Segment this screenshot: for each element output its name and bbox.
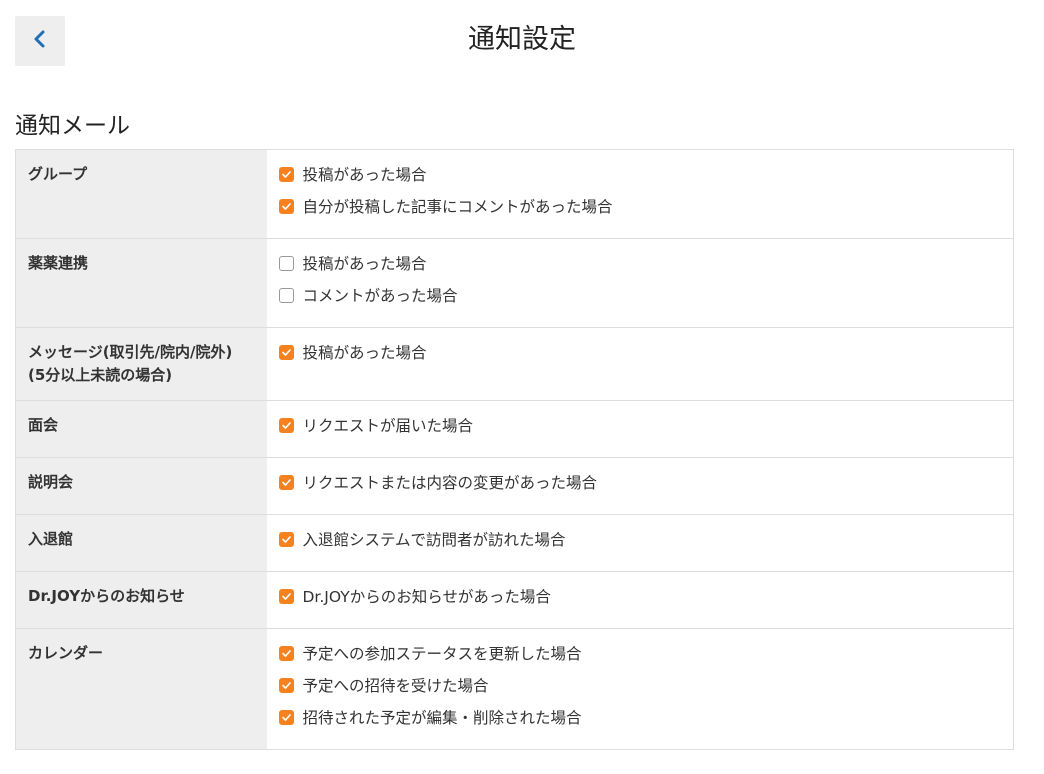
table-row: Dr.JOYからのお知らせ Dr.JOYからのお知らせがあった場合	[15, 571, 1014, 629]
check-icon	[281, 478, 291, 486]
option-label: 予定への参加ステータスを更新した場合	[302, 645, 582, 663]
option-label: 投稿があった場合	[302, 255, 427, 273]
section-title: 通知メール	[15, 113, 130, 139]
check-icon	[281, 170, 291, 178]
table-row: グループ 投稿があった場合 自分が投稿した記事にコメントがあった場合	[15, 149, 1014, 239]
table-row: 説明会 リクエストまたは内容の変更があった場合	[15, 457, 1014, 515]
table-row: カレンダー 予定への参加ステータスを更新した場合 予定への招待を受けた場合 招待された…	[15, 628, 1014, 750]
checkbox-checked[interactable]	[278, 198, 294, 214]
option-label: 投稿があった場合	[302, 166, 427, 184]
option-label: リクエストまたは内容の変更があった場合	[302, 474, 598, 492]
category-label: 入退館	[15, 514, 267, 572]
checkbox-checked[interactable]	[278, 417, 294, 433]
check-icon	[281, 681, 291, 689]
table-row: 薬薬連携 投稿があった場合 コメントがあった場合	[15, 238, 1014, 328]
options-cell: 入退館システムで訪問者が訪れた場合	[266, 514, 1014, 572]
notification-option[interactable]: 予定への招待を受けた場合	[278, 669, 1002, 701]
table-row: 面会 リクエストが届いた場合	[15, 400, 1014, 458]
notification-option[interactable]: 投稿があった場合	[278, 158, 1002, 190]
notification-option[interactable]: 入退館システムで訪問者が訪れた場合	[278, 523, 1002, 555]
check-icon	[281, 592, 291, 600]
options-cell: 予定への参加ステータスを更新した場合 予定への招待を受けた場合招待された予定が編集…	[266, 628, 1014, 750]
checkbox-checked[interactable]	[278, 677, 294, 693]
checkbox-unchecked[interactable]	[278, 255, 294, 271]
category-label: グループ	[15, 149, 267, 239]
checkbox-checked[interactable]	[278, 474, 294, 490]
options-cell: リクエストまたは内容の変更があった場合	[266, 457, 1014, 515]
category-label: 面会	[15, 400, 267, 458]
page-title: 通知設定	[468, 24, 576, 55]
notification-option[interactable]: 投稿があった場合	[278, 247, 1002, 279]
notification-settings-table: グループ 投稿があった場合 自分が投稿した記事にコメントがあった場合 薬薬連携 投稿があ…	[15, 149, 1014, 750]
notification-option[interactable]: 自分が投稿した記事にコメントがあった場合	[278, 190, 1002, 222]
check-icon	[281, 348, 291, 356]
notification-option[interactable]: 投稿があった場合	[278, 336, 1002, 368]
category-label: 説明会	[15, 457, 267, 515]
option-label: Dr.JOYからのお知らせがあった場合	[302, 588, 551, 606]
header: 通知設定	[0, 0, 1044, 82]
notification-option[interactable]: リクエストまたは内容の変更があった場合	[278, 466, 1002, 498]
notification-option[interactable]: リクエストが届いた場合	[278, 409, 1002, 441]
check-icon	[281, 202, 291, 210]
notification-option[interactable]: 招待された予定が編集・削除された場合	[278, 701, 1002, 733]
option-label: 入退館システムで訪問者が訪れた場合	[302, 531, 566, 549]
category-label: Dr.JOYからのお知らせ	[15, 571, 267, 629]
checkbox-checked[interactable]	[278, 709, 294, 725]
table-row: メッセージ(取引先/院内/院外) (5分以上未読の場合) 投稿があった場合	[15, 327, 1014, 401]
check-icon	[281, 649, 291, 657]
check-icon	[281, 535, 291, 543]
checkbox-checked[interactable]	[278, 531, 294, 547]
option-label: コメントがあった場合	[302, 287, 458, 305]
option-label: リクエストが届いた場合	[302, 417, 474, 435]
category-label: メッセージ(取引先/院内/院外) (5分以上未読の場合)	[15, 327, 267, 401]
options-cell: 投稿があった場合	[266, 327, 1014, 401]
options-cell: 投稿があった場合自分が投稿した記事にコメントがあった場合	[267, 150, 1014, 239]
option-label: 投稿があった場合	[302, 344, 427, 362]
notification-option[interactable]: 予定への参加ステータスを更新した場合	[278, 637, 1002, 669]
checkbox-checked[interactable]	[278, 645, 294, 661]
options-cell: 投稿があった場合コメントがあった場合	[266, 238, 1014, 328]
checkbox-unchecked[interactable]	[278, 287, 294, 303]
option-label: 自分が投稿した記事にコメントがあった場合	[302, 198, 613, 216]
checkbox-checked[interactable]	[278, 344, 294, 360]
checkbox-checked[interactable]	[278, 166, 294, 182]
options-cell: リクエストが届いた場合	[266, 400, 1014, 458]
check-icon	[281, 421, 291, 429]
options-cell: Dr.JOYからのお知らせがあった場合	[266, 571, 1014, 629]
notification-option[interactable]: Dr.JOYからのお知らせがあった場合	[278, 580, 1002, 612]
option-label: 予定への招待を受けた場合	[302, 677, 489, 695]
notification-option[interactable]: コメントがあった場合	[278, 279, 1002, 311]
table-row: 入退館 入退館システムで訪問者が訪れた場合	[15, 514, 1014, 572]
option-label: 招待された予定が編集・削除された場合	[302, 709, 582, 727]
category-label: カレンダー	[15, 628, 267, 750]
check-icon	[281, 713, 291, 721]
checkbox-checked[interactable]	[278, 588, 294, 604]
category-label: 薬薬連携	[15, 238, 267, 328]
settings-rows: グループ 投稿があった場合 自分が投稿した記事にコメントがあった場合 薬薬連携 投稿があ…	[15, 149, 1014, 750]
